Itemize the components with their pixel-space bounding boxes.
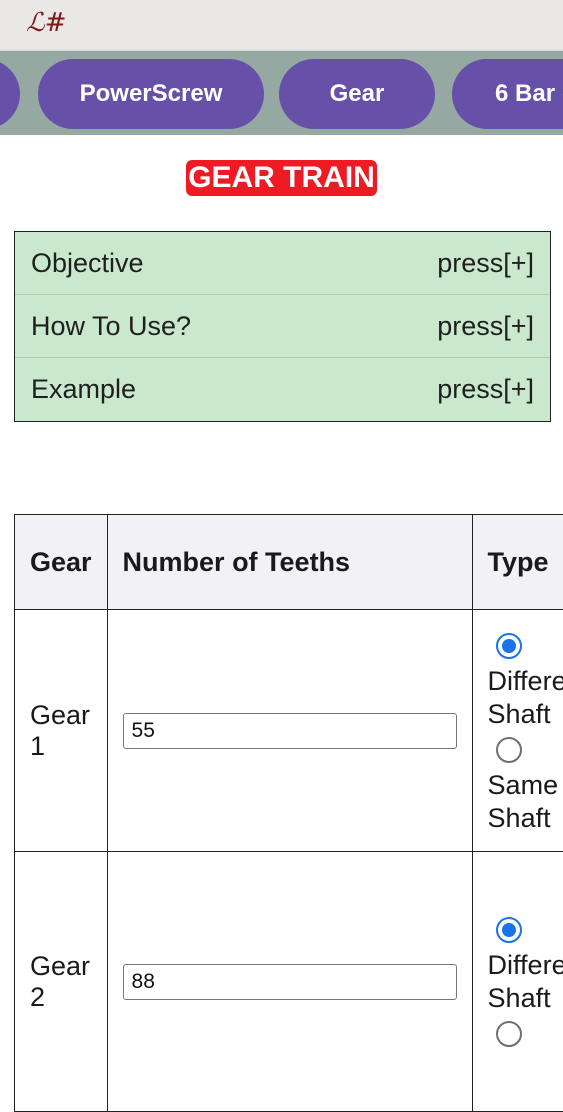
accordion-label: Objective [31,248,144,279]
radio-label: Shaft [488,698,563,731]
header-number-of-teeth: Number of Teeths [107,515,472,610]
expand-toggle[interactable]: press[+] [437,311,534,342]
table-row: Gear 2 Differe Shaft [15,852,563,1112]
gear-number: 2 [30,982,92,1013]
page-title: GEAR TRAIN [186,160,377,196]
info-accordion: Objective press[+] How To Use? press[+] … [14,231,551,422]
radio-label: Shaft [488,802,563,835]
table-row: Gear 1 Differe Shaft Same Shaft [15,610,563,852]
accordion-label: How To Use? [31,311,191,342]
teeth-cell [107,852,472,1112]
type-cell: Differe Shaft Same Shaft [472,610,563,852]
gear-label: Gear [30,951,92,982]
radio-label: Same [488,769,563,802]
expand-toggle[interactable]: press[+] [437,248,534,279]
table-header-row: Gear Number of Teeths Type [15,515,563,610]
radio-same-shaft[interactable] [496,737,522,763]
gear-cell: Gear 2 [15,852,108,1112]
tab-gear[interactable]: Gear [279,59,435,129]
app-bar: ℒ# [0,0,563,51]
expand-toggle[interactable]: press[+] [437,374,534,405]
accordion-objective[interactable]: Objective press[+] [15,232,550,295]
tab-6-bar[interactable]: 6 Bar ( [452,59,563,129]
nav-tabs: PowerScrew Gear 6 Bar ( [0,51,563,135]
header-gear: Gear [15,515,108,610]
radio-different-shaft[interactable] [496,917,522,943]
accordion-how-to-use[interactable]: How To Use? press[+] [15,295,550,358]
app-logo: ℒ# [26,8,67,38]
radio-label: Differe [488,949,563,982]
gear-label: Gear [30,700,92,731]
accordion-example[interactable]: Example press[+] [15,358,550,421]
accordion-label: Example [31,374,136,405]
tab-previous[interactable] [0,59,20,129]
teeth-cell [107,610,472,852]
teeth-input[interactable] [123,964,457,1000]
radio-label: Shaft [488,982,563,1015]
radio-different-shaft[interactable] [496,633,522,659]
radio-same-shaft[interactable] [496,1021,522,1047]
header-type: Type [472,515,563,610]
radio-label: Differe [488,665,563,698]
gear-cell: Gear 1 [15,610,108,852]
tab-powerscrew[interactable]: PowerScrew [38,59,264,129]
teeth-input[interactable] [123,713,457,749]
type-cell: Differe Shaft [472,852,563,1112]
gear-table: Gear Number of Teeths Type Gear 1 Differ… [14,514,563,1112]
gear-number: 1 [30,731,92,762]
